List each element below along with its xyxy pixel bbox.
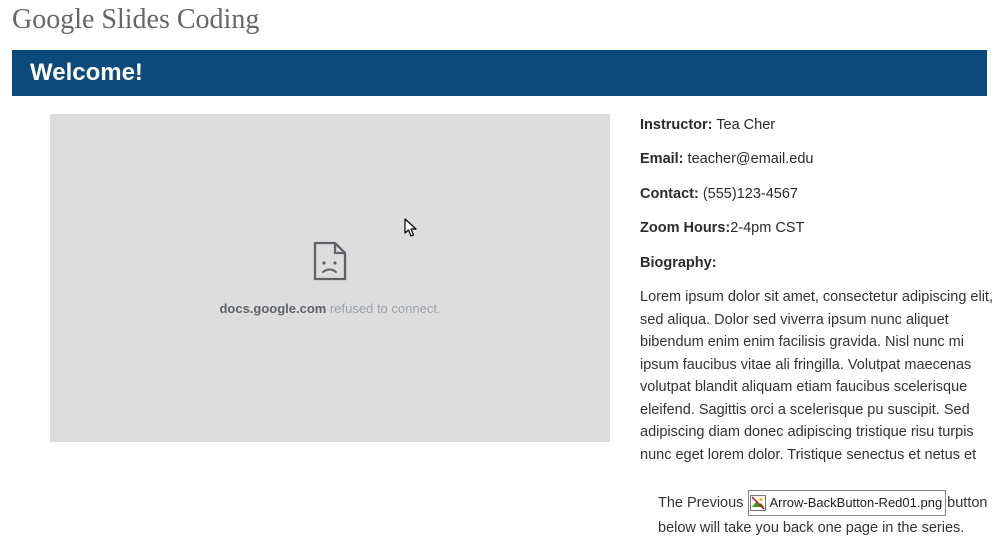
nav-prefix: The Previous [658, 495, 747, 511]
previous-nav-note: The Previous Arrow-BackButton-Red01.png … [640, 490, 999, 541]
info-sidebar: Instructor: Tea Cher Email: teacher@emai… [640, 114, 999, 541]
biography-label: Biography: [640, 255, 717, 271]
biography-heading: Biography: [640, 252, 999, 274]
content-wrapper: docs.google.com refused to connect. Inst… [0, 96, 999, 541]
embed-error-message: docs.google.com refused to connect. [219, 301, 440, 316]
email-line: Email: teacher@email.edu [640, 148, 999, 170]
slides-embed-frame: docs.google.com refused to connect. [50, 114, 610, 442]
email-label: Email: [640, 151, 684, 167]
broken-image-alt: Arrow-BackButton-Red01.png [769, 492, 942, 514]
nav-line2: below will take you back one page in the… [658, 520, 964, 536]
contact-value: (555)123-4567 [699, 186, 798, 202]
zoom-value: 2-4pm CST [730, 220, 804, 236]
sad-file-icon [313, 241, 347, 281]
zoom-line: Zoom Hours:2-4pm CST [640, 217, 999, 239]
biography-text: Lorem ipsum dolor sit amet, consectetur … [640, 286, 999, 466]
zoom-label: Zoom Hours: [640, 220, 730, 236]
contact-label: Contact: [640, 186, 699, 202]
welcome-banner: Welcome! [12, 50, 987, 96]
instructor-line: Instructor: Tea Cher [640, 114, 999, 136]
page-title: Google Slides Coding [0, 0, 999, 50]
embed-domain: docs.google.com [219, 301, 326, 316]
broken-image-icon [750, 495, 766, 511]
nav-suffix1: button [947, 495, 987, 511]
instructor-value: Tea Cher [713, 117, 776, 133]
instructor-label: Instructor: [640, 117, 713, 133]
broken-image-placeholder: Arrow-BackButton-Red01.png [748, 490, 946, 516]
contact-line: Contact: (555)123-4567 [640, 183, 999, 205]
embed-suffix: refused to connect. [326, 301, 440, 316]
email-value: teacher@email.edu [684, 151, 814, 167]
